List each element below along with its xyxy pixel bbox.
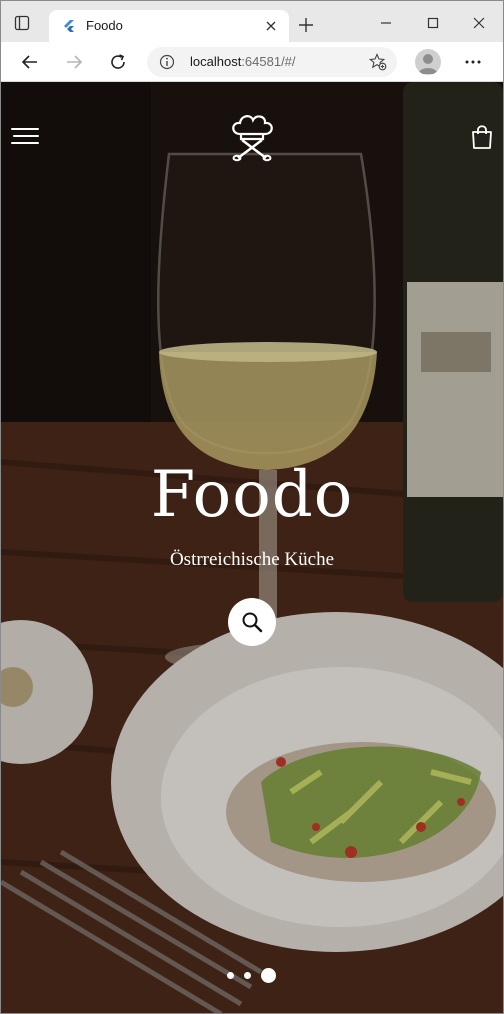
- tab-actions-icon[interactable]: [9, 10, 35, 36]
- site-info-icon[interactable]: [159, 54, 175, 75]
- chef-hat-logo-icon: [232, 115, 273, 162]
- hero-title: Foodo: [150, 458, 354, 532]
- profile-avatar-icon[interactable]: [415, 49, 441, 75]
- carousel-indicator: [227, 968, 287, 984]
- hero-dark-overlay: [1, 82, 503, 1013]
- search-button[interactable]: [228, 598, 276, 646]
- tab-title: Foodo: [86, 18, 123, 33]
- carousel-dot-1[interactable]: [227, 972, 234, 979]
- address-bar[interactable]: localhost:64581/#/: [147, 47, 397, 77]
- carousel-dot-2[interactable]: [244, 972, 251, 979]
- browser-window: Foodo localhost:64581/#/ Foodo Östrreich…: [0, 0, 504, 1014]
- hero-section: Foodo Östrreichische Küche: [1, 82, 503, 1013]
- search-icon: [242, 612, 263, 633]
- close-window-icon[interactable]: [464, 10, 494, 36]
- title-bar: Foodo: [1, 1, 503, 42]
- hero-subtitle: Östrreichische Küche: [169, 549, 335, 570]
- browser-toolbar: localhost:64581/#/: [1, 42, 503, 82]
- close-tab-icon[interactable]: [261, 16, 281, 36]
- more-menu-icon[interactable]: [459, 48, 487, 76]
- browser-tab[interactable]: Foodo: [49, 10, 289, 42]
- back-arrow-icon[interactable]: [16, 48, 44, 76]
- shopping-bag-icon[interactable]: [470, 124, 494, 150]
- add-favorite-icon[interactable]: [368, 53, 387, 76]
- url-host: localhost: [190, 54, 242, 69]
- reload-icon[interactable]: [104, 48, 132, 76]
- url-text: localhost:64581/#/: [190, 54, 296, 69]
- hamburger-menu-icon[interactable]: [11, 128, 41, 146]
- new-tab-icon[interactable]: [295, 14, 317, 36]
- maximize-icon[interactable]: [418, 10, 448, 36]
- forward-arrow-icon[interactable]: [60, 48, 88, 76]
- minimize-icon[interactable]: [371, 10, 401, 36]
- flutter-favicon-icon: [64, 20, 74, 32]
- url-path: :64581/#/: [241, 54, 296, 69]
- carousel-dot-3-active[interactable]: [261, 968, 276, 983]
